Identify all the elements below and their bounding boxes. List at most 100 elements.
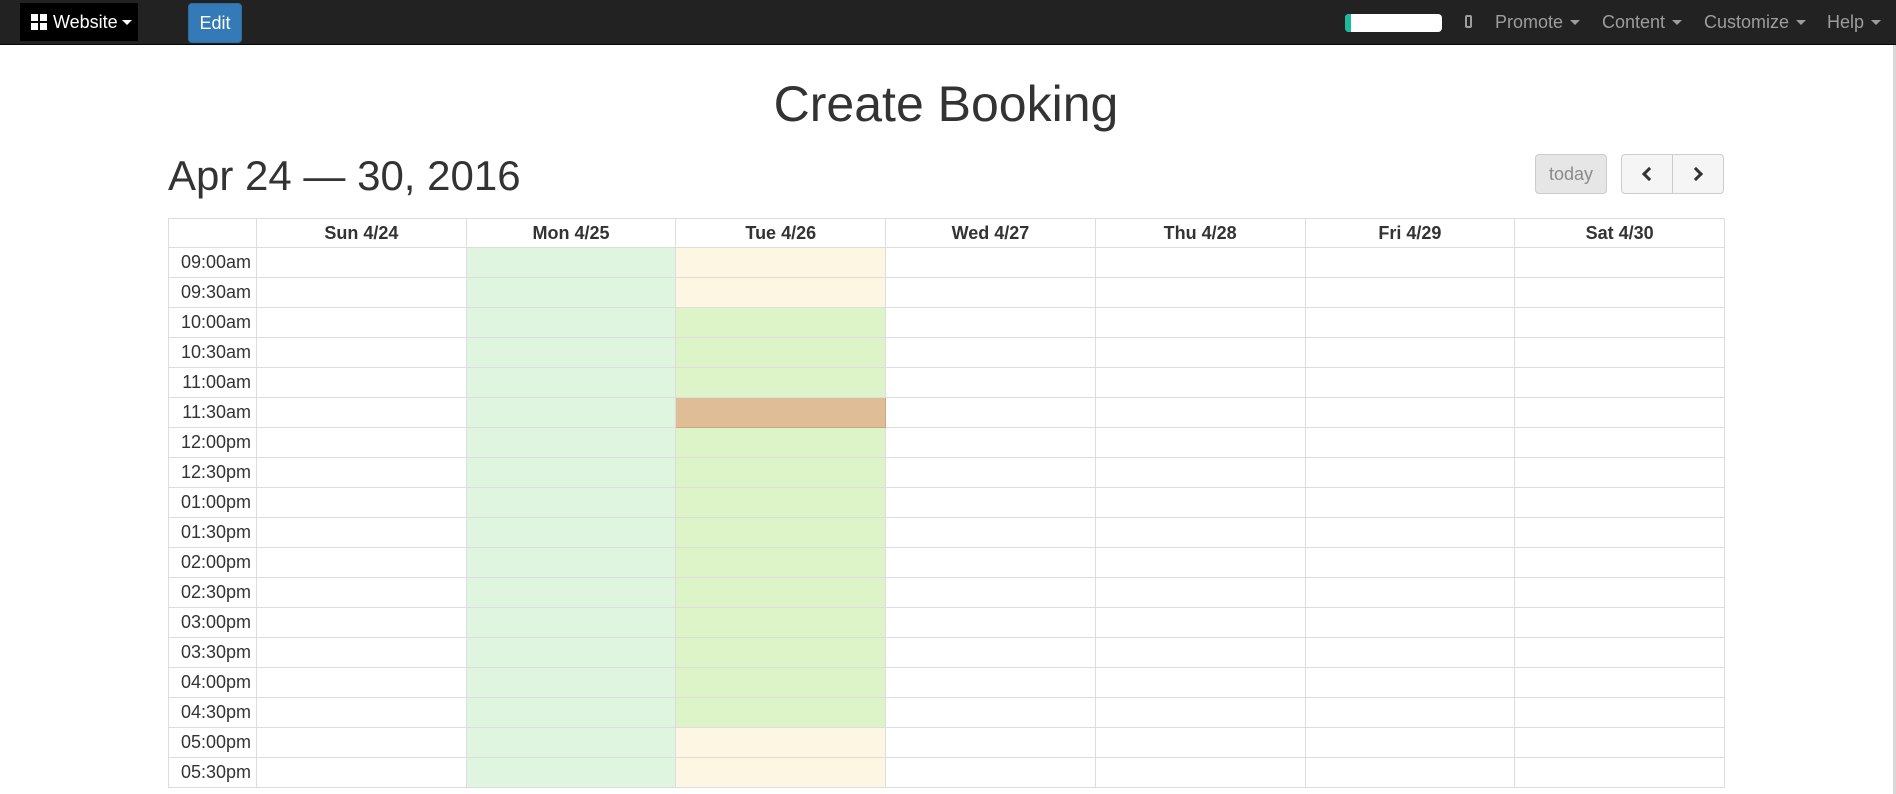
empty-slot[interactable] bbox=[1094, 517, 1306, 548]
empty-slot[interactable] bbox=[256, 337, 467, 368]
empty-slot[interactable] bbox=[885, 367, 1096, 398]
empty-slot[interactable] bbox=[885, 667, 1096, 698]
empty-slot[interactable] bbox=[1094, 277, 1306, 308]
empty-slot[interactable] bbox=[1304, 337, 1516, 368]
available-slot[interactable] bbox=[465, 727, 677, 758]
empty-slot[interactable] bbox=[1304, 457, 1516, 488]
available-slot[interactable] bbox=[675, 637, 887, 668]
empty-slot[interactable] bbox=[256, 277, 467, 308]
empty-slot[interactable] bbox=[1094, 667, 1306, 698]
empty-slot[interactable] bbox=[885, 637, 1096, 668]
booked-slot[interactable] bbox=[675, 397, 887, 428]
empty-slot[interactable] bbox=[1304, 577, 1516, 608]
empty-slot[interactable] bbox=[885, 277, 1096, 308]
empty-slot[interactable] bbox=[1094, 757, 1306, 788]
empty-slot[interactable] bbox=[256, 427, 467, 458]
empty-slot[interactable] bbox=[1514, 247, 1725, 278]
empty-slot[interactable] bbox=[1514, 307, 1725, 338]
available-slot[interactable] bbox=[675, 457, 887, 488]
available-slot[interactable] bbox=[675, 667, 887, 698]
pending-slot[interactable] bbox=[675, 757, 887, 788]
empty-slot[interactable] bbox=[885, 577, 1096, 608]
empty-slot[interactable] bbox=[1514, 667, 1725, 698]
empty-slot[interactable] bbox=[256, 247, 467, 278]
empty-slot[interactable] bbox=[256, 697, 467, 728]
available-slot[interactable] bbox=[675, 427, 887, 458]
empty-slot[interactable] bbox=[1514, 337, 1725, 368]
empty-slot[interactable] bbox=[1304, 397, 1516, 428]
empty-slot[interactable] bbox=[885, 727, 1096, 758]
today-button[interactable]: today bbox=[1535, 154, 1607, 194]
empty-slot[interactable] bbox=[1094, 727, 1306, 758]
empty-slot[interactable] bbox=[256, 607, 467, 638]
empty-slot[interactable] bbox=[256, 757, 467, 788]
empty-slot[interactable] bbox=[1094, 367, 1306, 398]
available-slot[interactable] bbox=[465, 427, 677, 458]
empty-slot[interactable] bbox=[1304, 727, 1516, 758]
available-slot[interactable] bbox=[675, 337, 887, 368]
empty-slot[interactable] bbox=[256, 307, 467, 338]
empty-slot[interactable] bbox=[885, 757, 1096, 788]
empty-slot[interactable] bbox=[1304, 307, 1516, 338]
empty-slot[interactable] bbox=[885, 697, 1096, 728]
available-slot[interactable] bbox=[675, 517, 887, 548]
empty-slot[interactable] bbox=[1304, 637, 1516, 668]
available-slot[interactable] bbox=[675, 367, 887, 398]
empty-slot[interactable] bbox=[1514, 727, 1725, 758]
available-slot[interactable] bbox=[465, 547, 677, 578]
empty-slot[interactable] bbox=[885, 547, 1096, 578]
empty-slot[interactable] bbox=[1514, 757, 1725, 788]
empty-slot[interactable] bbox=[256, 667, 467, 698]
empty-slot[interactable] bbox=[1514, 697, 1725, 728]
empty-slot[interactable] bbox=[885, 307, 1096, 338]
empty-slot[interactable] bbox=[1304, 667, 1516, 698]
empty-slot[interactable] bbox=[1514, 637, 1725, 668]
empty-slot[interactable] bbox=[1304, 547, 1516, 578]
empty-slot[interactable] bbox=[1304, 427, 1516, 458]
empty-slot[interactable] bbox=[256, 637, 467, 668]
empty-slot[interactable] bbox=[1514, 487, 1725, 518]
empty-slot[interactable] bbox=[1514, 397, 1725, 428]
mobile-preview-icon[interactable] bbox=[1465, 15, 1472, 28]
content-menu[interactable]: Content bbox=[1602, 0, 1683, 45]
empty-slot[interactable] bbox=[1304, 517, 1516, 548]
available-slot[interactable] bbox=[465, 637, 677, 668]
available-slot[interactable] bbox=[465, 697, 677, 728]
previous-week-button[interactable] bbox=[1621, 154, 1673, 194]
available-slot[interactable] bbox=[465, 577, 677, 608]
available-slot[interactable] bbox=[465, 307, 677, 338]
empty-slot[interactable] bbox=[885, 607, 1096, 638]
empty-slot[interactable] bbox=[1094, 427, 1306, 458]
empty-slot[interactable] bbox=[1094, 487, 1306, 518]
empty-slot[interactable] bbox=[1514, 517, 1725, 548]
empty-slot[interactable] bbox=[1304, 247, 1516, 278]
empty-slot[interactable] bbox=[1304, 487, 1516, 518]
edit-button[interactable]: Edit bbox=[188, 3, 242, 43]
empty-slot[interactable] bbox=[1304, 367, 1516, 398]
pending-slot[interactable] bbox=[675, 727, 887, 758]
available-slot[interactable] bbox=[465, 757, 677, 788]
available-slot[interactable] bbox=[675, 607, 887, 638]
empty-slot[interactable] bbox=[1514, 277, 1725, 308]
available-slot[interactable] bbox=[675, 697, 887, 728]
available-slot[interactable] bbox=[465, 667, 677, 698]
empty-slot[interactable] bbox=[256, 727, 467, 758]
empty-slot[interactable] bbox=[885, 247, 1096, 278]
empty-slot[interactable] bbox=[1514, 367, 1725, 398]
available-slot[interactable] bbox=[675, 577, 887, 608]
pending-slot[interactable] bbox=[675, 277, 887, 308]
empty-slot[interactable] bbox=[1094, 697, 1306, 728]
available-slot[interactable] bbox=[465, 337, 677, 368]
empty-slot[interactable] bbox=[1094, 637, 1306, 668]
available-slot[interactable] bbox=[465, 607, 677, 638]
empty-slot[interactable] bbox=[885, 487, 1096, 518]
available-slot[interactable] bbox=[465, 247, 677, 278]
empty-slot[interactable] bbox=[1094, 397, 1306, 428]
empty-slot[interactable] bbox=[885, 337, 1096, 368]
available-slot[interactable] bbox=[465, 517, 677, 548]
customize-menu[interactable]: Customize bbox=[1704, 0, 1807, 45]
available-slot[interactable] bbox=[465, 487, 677, 518]
empty-slot[interactable] bbox=[885, 427, 1096, 458]
empty-slot[interactable] bbox=[256, 517, 467, 548]
website-menu-button[interactable]: Website bbox=[20, 3, 138, 41]
